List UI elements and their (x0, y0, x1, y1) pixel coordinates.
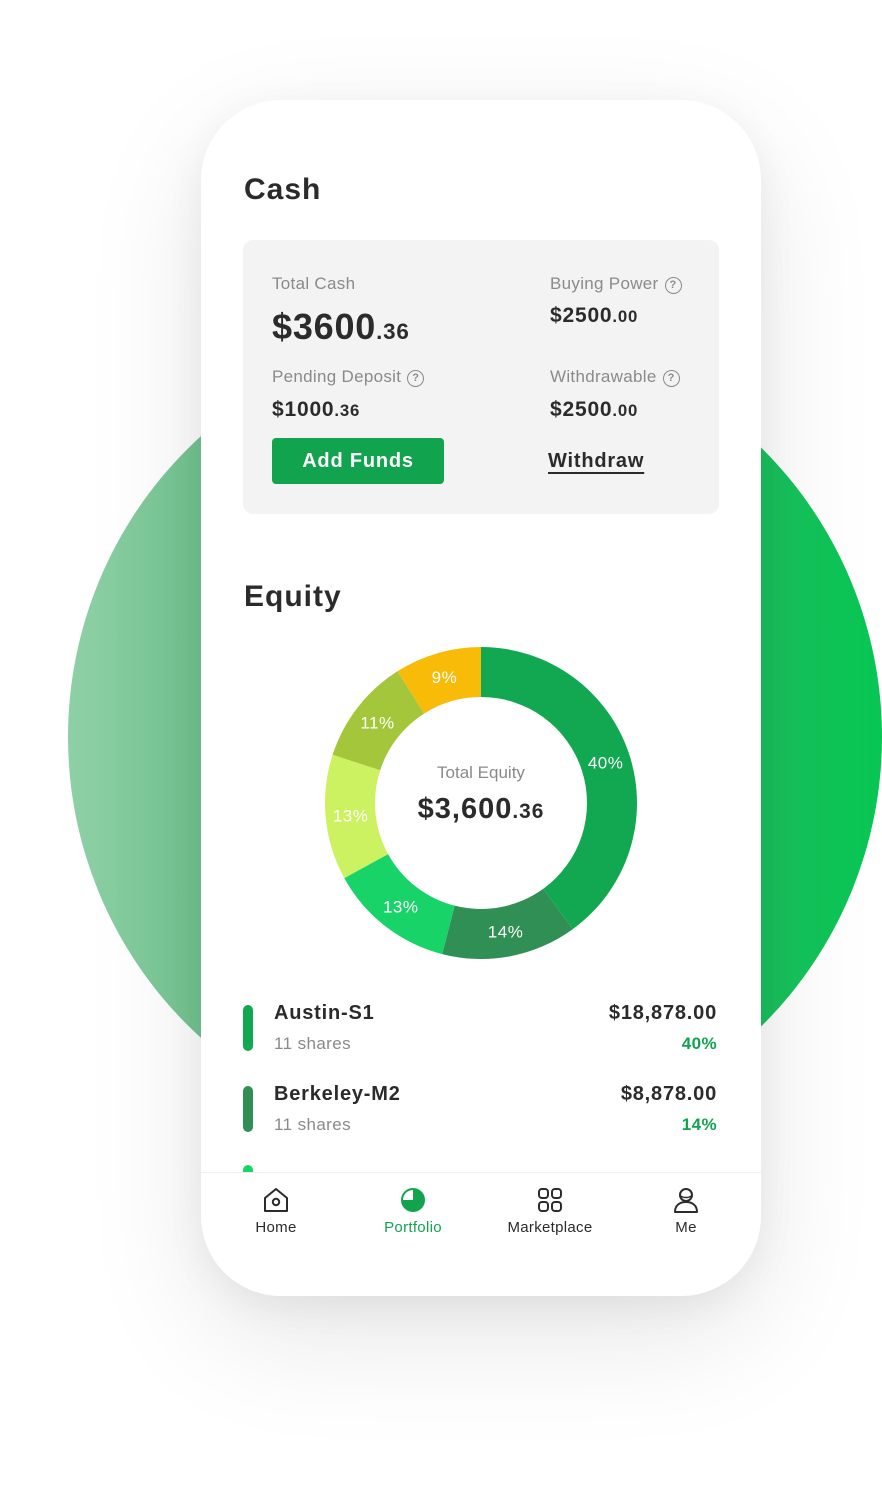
tab-label: Me (675, 1219, 697, 1236)
holding-color-bar (243, 1165, 253, 1172)
donut-slice-label: 11% (360, 714, 394, 733)
help-icon[interactable]: ? (664, 277, 682, 294)
tab-me[interactable]: Me (626, 1185, 746, 1236)
holding-row-partial[interactable] (243, 1163, 719, 1172)
total-equity-label: Total Equity (437, 763, 525, 782)
marketplace-icon (538, 1188, 562, 1212)
help-icon[interactable]: ? (407, 370, 425, 387)
tab-label: Home (255, 1219, 297, 1236)
donut-slice-label: 9% (432, 668, 458, 687)
donut-slice-label: 13% (333, 806, 369, 825)
buying-power-label: Buying Power? (550, 274, 682, 294)
tab-label: Portfolio (384, 1219, 442, 1236)
holding-shares: 11 shares (274, 1034, 351, 1053)
donut-slice-label: 14% (488, 923, 524, 942)
holding-percent: 14% (681, 1115, 717, 1134)
holding-percent: 40% (681, 1034, 717, 1053)
holding-name: Austin-S1 (274, 1002, 375, 1024)
bottom-tab-bar: Home Portfolio Marketplace Me (201, 1172, 761, 1296)
donut-slice-label: 13% (383, 898, 419, 917)
holding-amount: $18,878.00 (608, 1002, 717, 1024)
holding-row[interactable]: Austin-S1 11 shares $18,878.00 40% (243, 1002, 719, 1058)
cash-title: Cash (244, 173, 322, 206)
total-cash-label: Total Cash (272, 274, 356, 293)
add-funds-button[interactable]: Add Funds (272, 438, 444, 484)
pending-deposit-label: Pending Deposit? (272, 367, 425, 387)
donut-center: Total Equity $3,600.36 (402, 763, 560, 826)
withdrawable-label: Withdrawable? (550, 367, 680, 387)
tab-label: Marketplace (507, 1219, 593, 1236)
tab-home[interactable]: Home (216, 1185, 336, 1236)
withdraw-link[interactable]: Withdraw (548, 450, 644, 473)
holding-amount: $8,878.00 (620, 1083, 717, 1105)
cash-card: Total Cash $3600.36 Buying Power? $2500.… (243, 240, 719, 514)
equity-title: Equity (244, 580, 342, 613)
holding-name: Berkeley-M2 (274, 1083, 401, 1105)
portfolio-icon (401, 1188, 425, 1212)
tab-portfolio[interactable]: Portfolio (353, 1185, 473, 1236)
user-icon (674, 1188, 698, 1213)
phone-screen: Cash Total Cash $3600.36 Buying Power? $… (201, 100, 761, 1296)
withdrawable-value: $2500.00 (550, 398, 639, 421)
holding-shares: 11 shares (274, 1115, 351, 1134)
pending-deposit-value: $1000.36 (272, 398, 361, 421)
total-equity-value: $3,600.36 (417, 793, 545, 825)
holding-color-bar (243, 1005, 253, 1051)
home-icon (264, 1188, 288, 1212)
donut-slice-label: 40% (588, 754, 624, 773)
help-icon[interactable]: ? (662, 370, 680, 387)
holding-row[interactable]: Berkeley-M2 11 shares $8,878.00 14% (243, 1083, 719, 1139)
tab-marketplace[interactable]: Marketplace (490, 1185, 610, 1236)
buying-power-value: $2500.00 (550, 304, 639, 327)
holding-color-bar (243, 1086, 253, 1132)
total-cash-value: $3600.36 (272, 306, 410, 347)
